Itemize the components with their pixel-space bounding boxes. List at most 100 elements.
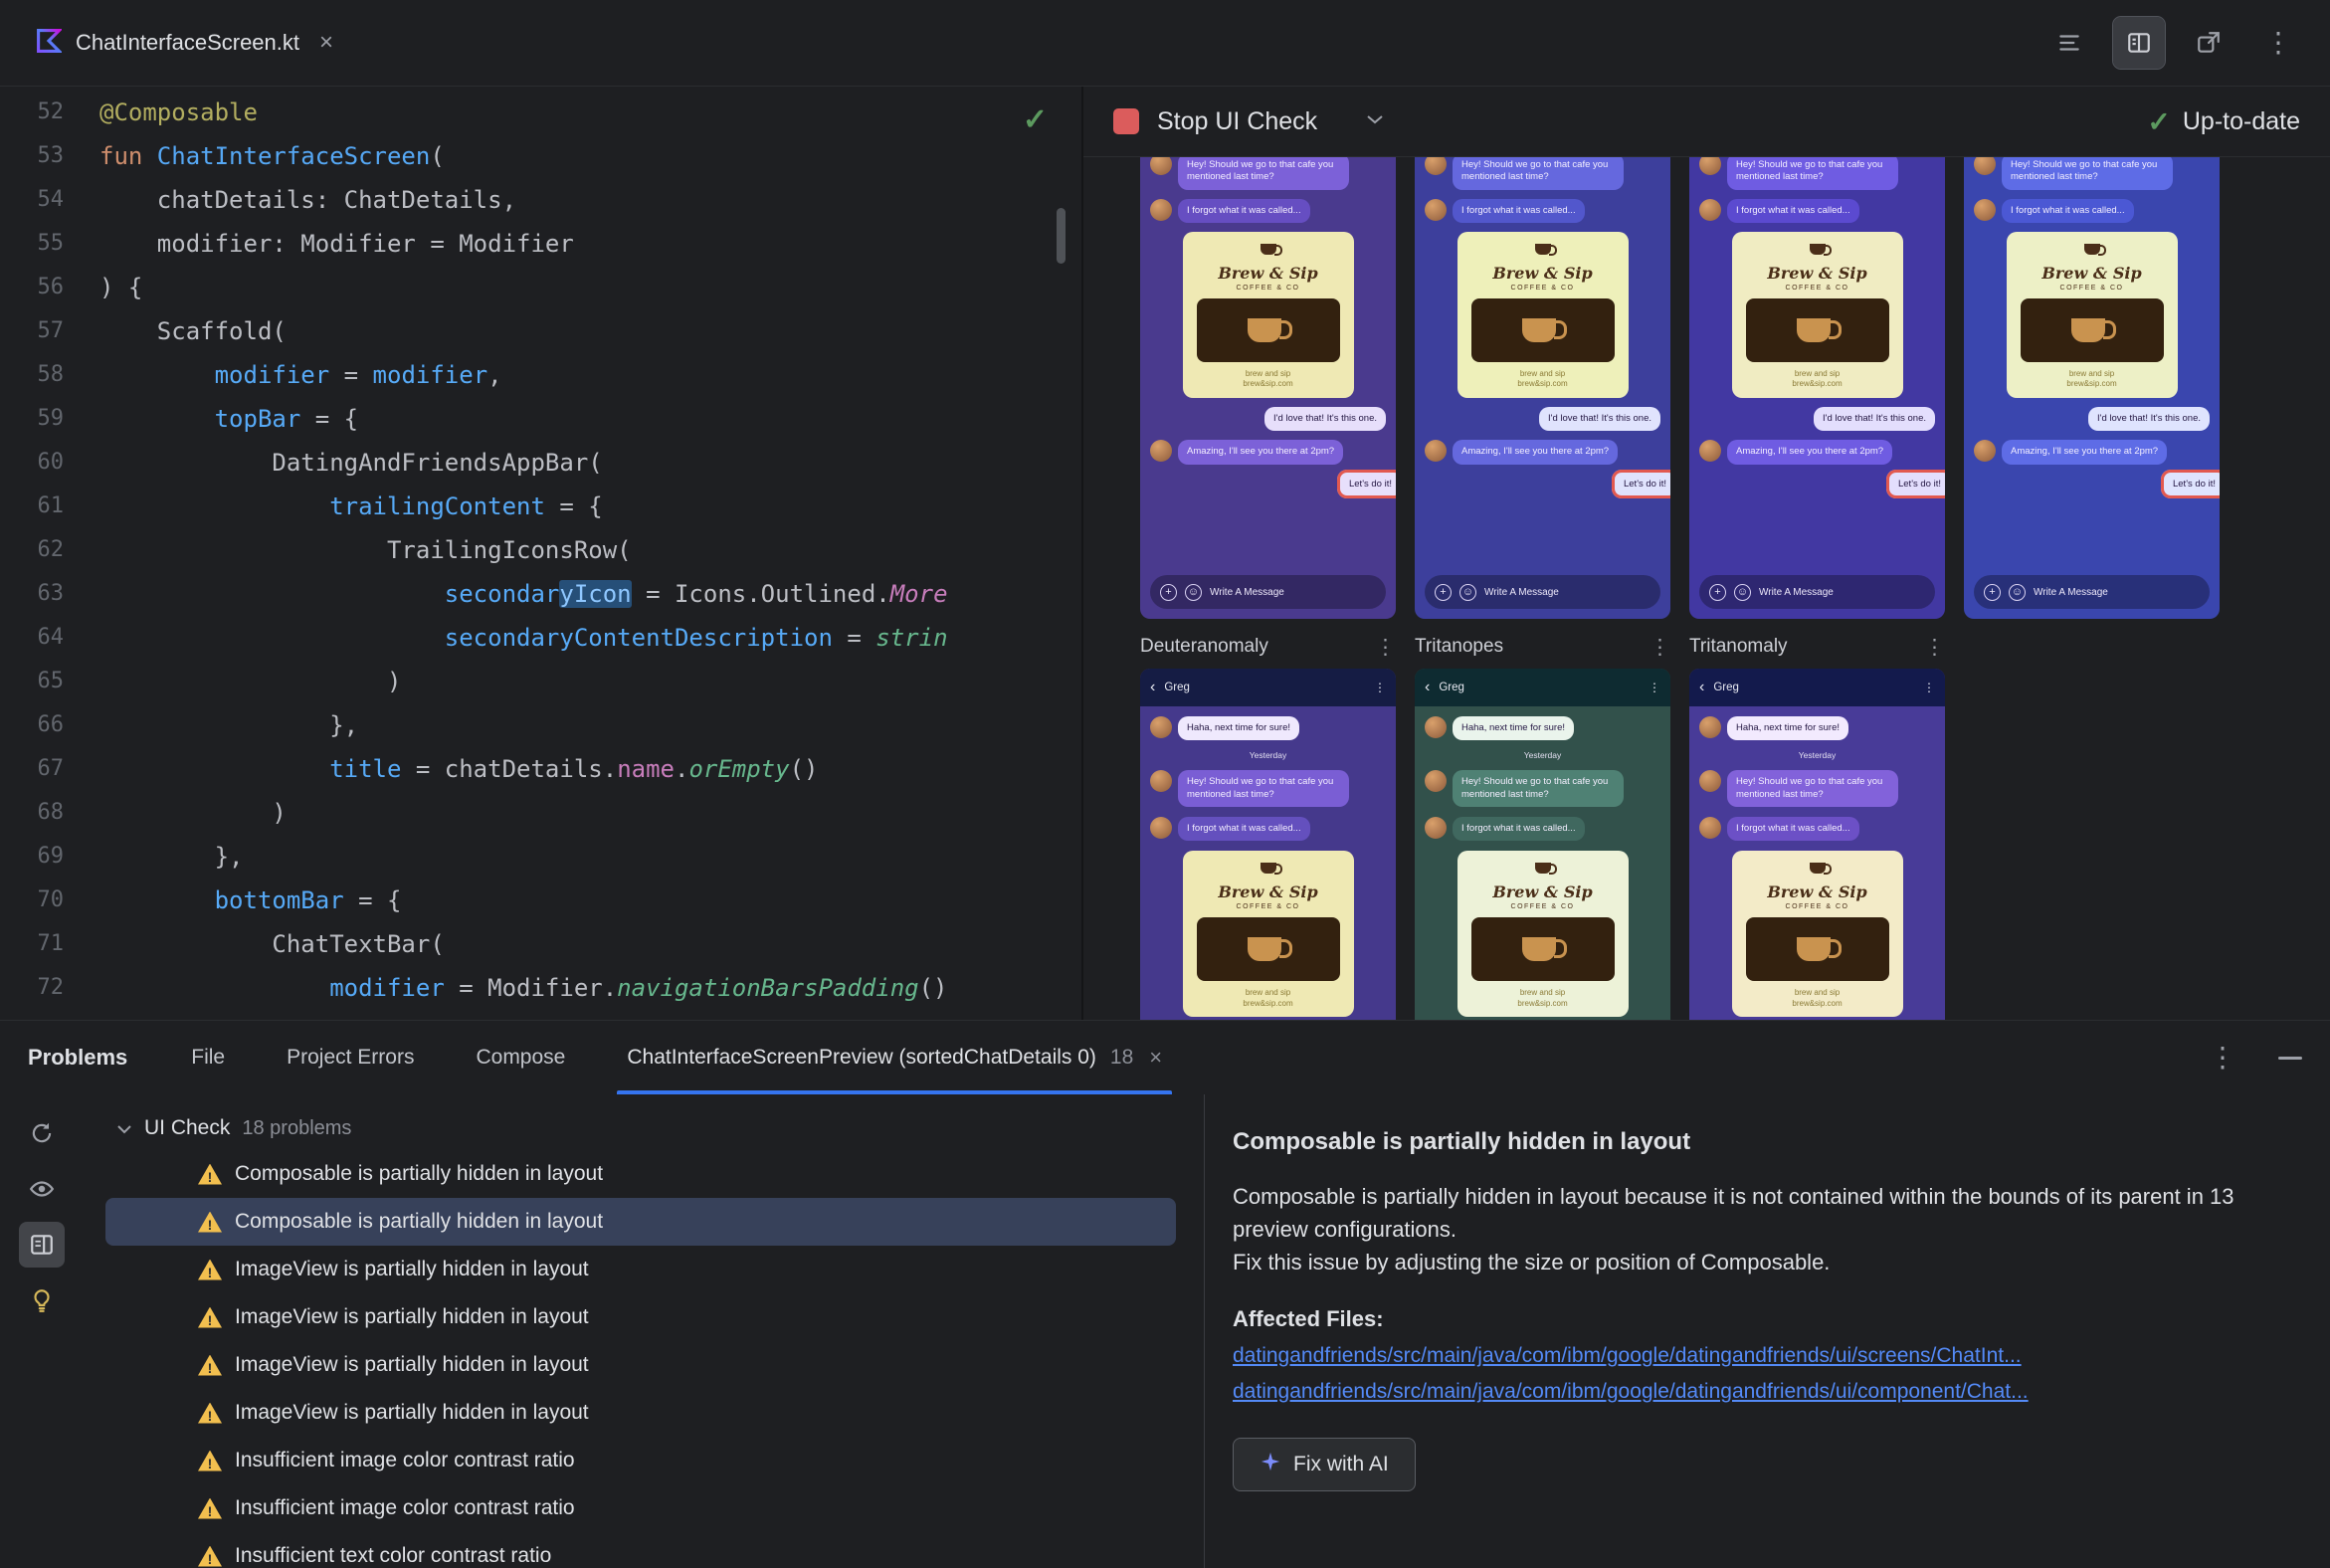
fix-with-ai-button[interactable]: Fix with AI bbox=[1233, 1438, 1416, 1491]
card-sub-text: COFFEE & CO bbox=[1785, 285, 1849, 293]
code-line[interactable]: 54 chatDetails: ChatDetails, bbox=[0, 178, 1081, 222]
problem-item[interactable]: Composable is partially hidden in layout bbox=[105, 1198, 1176, 1246]
code-line[interactable]: 68 ) bbox=[0, 791, 1081, 835]
code-line[interactable]: 55 modifier: Modifier = Modifier bbox=[0, 222, 1081, 266]
message-row: I forgot what it was called... bbox=[1425, 817, 1660, 842]
inspections-ok-icon[interactable]: ✓ bbox=[1023, 102, 1048, 137]
tab-ui-check-preview[interactable]: ChatInterfaceScreenPreview (sortedChatDe… bbox=[617, 1021, 1172, 1094]
message-placeholder: Write A Message bbox=[1210, 586, 1284, 598]
card-brand-text: Brew & Sip bbox=[1218, 882, 1318, 902]
problems-panel-actions: ⋮ bbox=[2209, 1021, 2302, 1094]
stop-ui-check-button[interactable]: Stop UI Check bbox=[1157, 107, 1317, 136]
chat-bubble: I forgot what it was called... bbox=[1727, 817, 1859, 842]
code-line[interactable]: 56) { bbox=[0, 266, 1081, 309]
message-input[interactable]: + ☺ Write A Message bbox=[1699, 575, 1935, 609]
code-line[interactable]: 63 secondaryIcon = Icons.Outlined.More bbox=[0, 572, 1081, 616]
code-line[interactable]: 69 }, bbox=[0, 835, 1081, 879]
code-line[interactable]: 65 ) bbox=[0, 660, 1081, 703]
refresh-icon[interactable] bbox=[19, 1110, 65, 1156]
code-line[interactable]: 73 onAddClick = {} bbox=[0, 1010, 1081, 1020]
problem-item[interactable]: Insufficient image color contrast ratio bbox=[105, 1437, 1176, 1484]
preview-phone[interactable]: ‹ Greg ⋮ Haha, next time for sure! Yesterday… bbox=[1140, 669, 1396, 1020]
preview-phone[interactable]: Hey! Should we go to that cafe you menti… bbox=[1140, 157, 1396, 619]
line-number: 57 bbox=[37, 318, 65, 343]
variant-more-icon[interactable]: ⋮ bbox=[1375, 635, 1396, 660]
problem-item[interactable]: ImageView is partially hidden in layout bbox=[105, 1293, 1176, 1341]
lightbulb-icon[interactable] bbox=[19, 1277, 65, 1323]
editor-tab[interactable]: ChatInterfaceScreen.kt × bbox=[26, 0, 343, 86]
code-line[interactable]: 52 @Composable bbox=[0, 91, 1081, 134]
line-number: 56 bbox=[37, 275, 65, 299]
chevron-down-icon[interactable] bbox=[1365, 112, 1385, 130]
warning-icon bbox=[198, 1403, 222, 1424]
preview-canvas[interactable]: Hey! Should we go to that cafe you menti… bbox=[1083, 157, 2330, 1020]
preview-phone[interactable]: ‹ Greg ⋮ Haha, next time for sure! Yesterday… bbox=[1415, 669, 1670, 1020]
chat-bubble: Let's do it! bbox=[1885, 469, 1945, 498]
problem-item[interactable]: ImageView is partially hidden in layout bbox=[105, 1341, 1176, 1389]
problem-item[interactable]: Composable is partially hidden in layout bbox=[105, 1150, 1176, 1198]
design-view-icon[interactable] bbox=[2183, 17, 2234, 69]
message-input[interactable]: + ☺ Write A Message bbox=[1974, 575, 2210, 609]
brew-sip-card: Brew & Sip COFFEE & CO brew and sip brew&si… bbox=[2006, 232, 2178, 398]
editor-scrollbar[interactable] bbox=[1057, 208, 1066, 264]
code-line[interactable]: 58 modifier = modifier, bbox=[0, 353, 1081, 397]
preview-phone[interactable]: Hey! Should we go to that cafe you menti… bbox=[1415, 157, 1670, 619]
code-text: modifier: Modifier = Modifier bbox=[99, 230, 574, 258]
message-input[interactable]: + ☺ Write A Message bbox=[1150, 575, 1386, 609]
preview-phone[interactable]: Hey! Should we go to that cafe you menti… bbox=[1964, 157, 2220, 619]
coffee-cup-icon bbox=[1809, 863, 1832, 876]
coffee-cup-icon bbox=[1796, 318, 1842, 343]
code-view-icon[interactable] bbox=[2043, 17, 2095, 69]
chat-bubble: I forgot what it was called... bbox=[1727, 198, 1859, 224]
tab-project-errors[interactable]: Project Errors bbox=[287, 1021, 414, 1094]
code-line[interactable]: 62 TrailingIconsRow( bbox=[0, 528, 1081, 572]
variant-more-icon[interactable]: ⋮ bbox=[1650, 635, 1670, 660]
warning-icon bbox=[198, 1546, 222, 1567]
problems-group[interactable]: UI Check 18 problems bbox=[84, 1106, 1204, 1150]
editor-more-icon[interactable]: ⋮ bbox=[2252, 17, 2304, 69]
code-editor[interactable]: 52 @Composable 53 fun ChatInterfaceScreen(5… bbox=[0, 87, 1081, 1020]
preview-phone[interactable]: ‹ Greg ⋮ Haha, next time for sure! Yesterday… bbox=[1689, 669, 1945, 1020]
problem-item[interactable]: ImageView is partially hidden in layout bbox=[105, 1389, 1176, 1437]
details-view-icon[interactable] bbox=[19, 1222, 65, 1268]
eye-icon[interactable] bbox=[19, 1166, 65, 1212]
coffee-photo bbox=[1470, 917, 1615, 982]
tab-close-icon[interactable]: × bbox=[319, 29, 333, 57]
code-line[interactable]: 53 fun ChatInterfaceScreen( bbox=[0, 134, 1081, 178]
code-line[interactable]: 67 title = chatDetails.name.orEmpty() bbox=[0, 747, 1081, 791]
code-line[interactable]: 61 trailingContent = { bbox=[0, 485, 1081, 528]
message-placeholder: Write A Message bbox=[2034, 586, 2108, 598]
coffee-cup-icon bbox=[1247, 318, 1292, 343]
message-input[interactable]: + ☺ Write A Message bbox=[1425, 575, 1660, 609]
tab-close-icon[interactable]: × bbox=[1149, 1045, 1162, 1071]
message-row: Amazing, I'll see you there at 2pm? bbox=[1699, 440, 1935, 465]
code-line[interactable]: 60 DatingAndFriendsAppBar( bbox=[0, 441, 1081, 485]
card-caption: brew and sip bbox=[2068, 369, 2115, 379]
stop-icon bbox=[1113, 108, 1139, 134]
tab-compose[interactable]: Compose bbox=[476, 1021, 565, 1094]
tab-file[interactable]: File bbox=[191, 1021, 225, 1094]
code-line[interactable]: 71 ChatTextBar( bbox=[0, 922, 1081, 966]
ui-check-flagged-element: Let's do it! bbox=[2160, 469, 2220, 498]
brew-sip-card: Brew & Sip COFFEE & CO brew and sip brew&si… bbox=[1731, 232, 1903, 398]
avatar bbox=[1974, 198, 1996, 221]
problem-item[interactable]: Insufficient text color contrast ratio bbox=[105, 1532, 1176, 1568]
affected-file-link[interactable]: datingandfriends/src/main/java/com/ibm/g… bbox=[1233, 1380, 2282, 1404]
minimize-icon[interactable] bbox=[2278, 1056, 2302, 1060]
split-view-icon[interactable] bbox=[2112, 16, 2166, 70]
preview-phone[interactable]: Hey! Should we go to that cafe you menti… bbox=[1689, 157, 1945, 619]
code-line[interactable]: 59 topBar = { bbox=[0, 397, 1081, 441]
editor-tab-bar: ChatInterfaceScreen.kt × ⋮ bbox=[0, 0, 2330, 87]
message-row: I forgot what it was called... bbox=[1699, 198, 1935, 224]
code-line[interactable]: 57 Scaffold( bbox=[0, 309, 1081, 353]
code-line[interactable]: 70 bottomBar = { bbox=[0, 879, 1081, 922]
problems-more-icon[interactable]: ⋮ bbox=[2209, 1044, 2236, 1072]
problems-tab-bar: Problems File Project Errors Compose Cha… bbox=[0, 1021, 2330, 1094]
code-line[interactable]: 64 secondaryContentDescription = strin bbox=[0, 616, 1081, 660]
code-line[interactable]: 66 }, bbox=[0, 703, 1081, 747]
problem-item[interactable]: ImageView is partially hidden in layout bbox=[105, 1246, 1176, 1293]
variant-more-icon[interactable]: ⋮ bbox=[1924, 635, 1945, 660]
affected-file-link[interactable]: datingandfriends/src/main/java/com/ibm/g… bbox=[1233, 1344, 2282, 1368]
problem-item[interactable]: Insufficient image color contrast ratio bbox=[105, 1484, 1176, 1532]
code-line[interactable]: 72 modifier = Modifier.navigationBarsPad… bbox=[0, 966, 1081, 1010]
